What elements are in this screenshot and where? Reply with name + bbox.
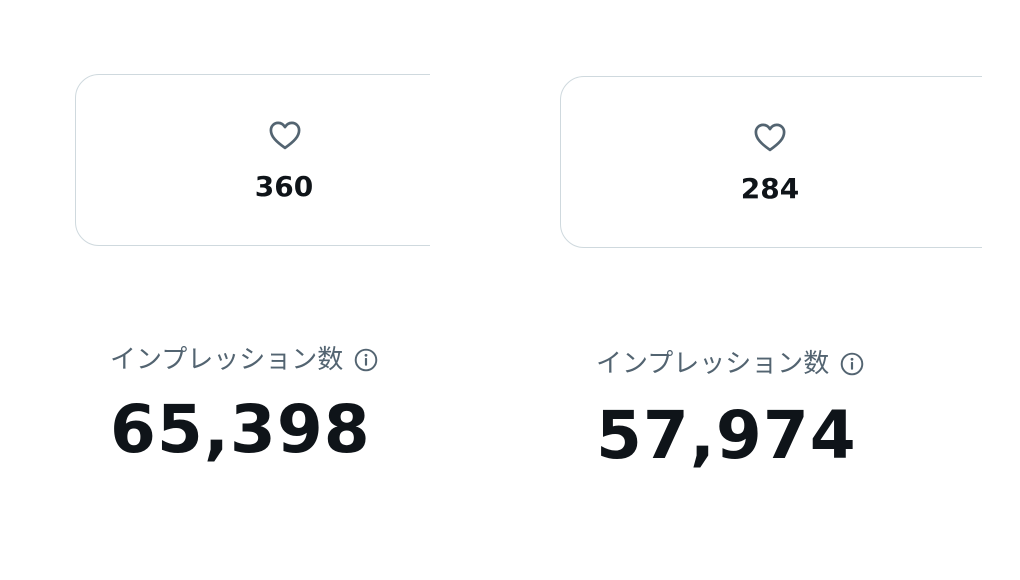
heart-outline-icon — [269, 121, 301, 150]
impressions-label: インプレッション数 — [596, 349, 830, 379]
likes-metric-card[interactable]: 360 — [75, 74, 430, 246]
impressions-label-row: インプレッション数 — [596, 344, 865, 384]
post-analytics-panel-1: 360 インプレッション数 65,398 — [0, 0, 430, 580]
impressions-value: 57,974 — [596, 397, 857, 474]
like-count: 360 — [254, 170, 314, 203]
likes-metric-card[interactable]: 284 — [560, 76, 982, 248]
impressions-label: インプレッション数 — [110, 345, 344, 375]
impressions-value: 65,398 — [110, 391, 371, 468]
heart-outline-icon — [754, 123, 786, 152]
impressions-label-row: インプレッション数 — [110, 340, 379, 380]
post-analytics-panel-2: 284 インプレッション数 57,974 — [486, 0, 982, 580]
like-count: 284 — [740, 172, 800, 205]
info-circle-icon[interactable] — [839, 351, 865, 377]
info-circle-icon[interactable] — [353, 347, 379, 373]
